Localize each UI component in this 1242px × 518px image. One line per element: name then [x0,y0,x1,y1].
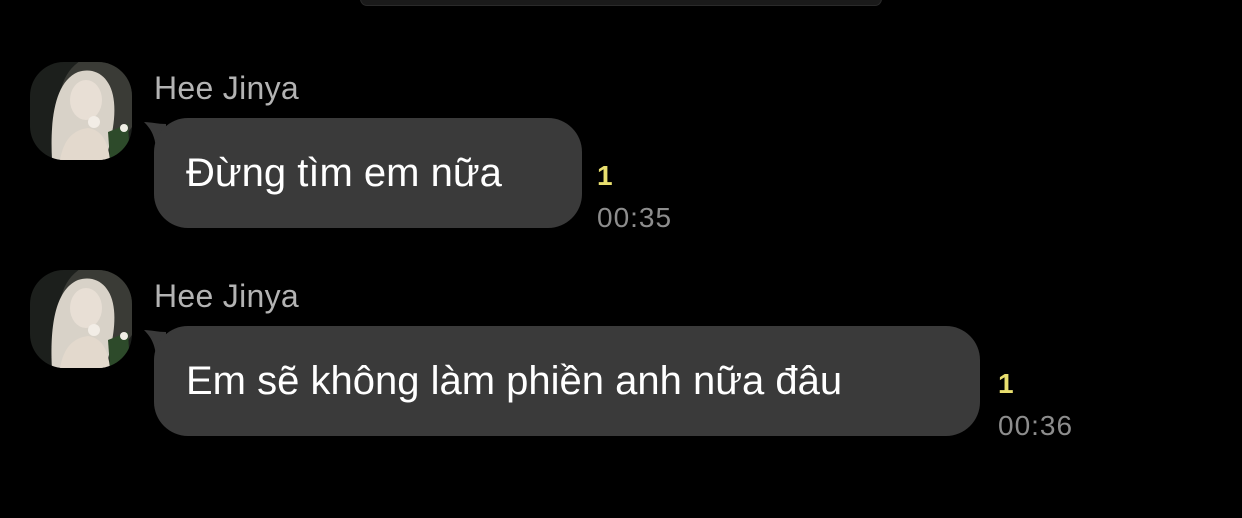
message-time: 00:35 [597,202,673,233]
top-banner-edge [360,0,882,6]
sender-name: Hee Jinya [154,70,299,106]
profile-photo-icon [30,270,132,368]
sender-name: Hee Jinya [154,278,299,314]
message-bubble[interactable]: Em sẽ không làm phiền anh nữa đâu [154,326,980,436]
message-bubble[interactable]: Đừng tìm em nữa [154,118,582,228]
message-time: 00:36 [998,410,1074,441]
chat-message: Hee Jinya Đừng tìm em nữa 1 00:35 [0,62,1242,242]
avatar[interactable] [30,270,132,368]
unread-count: 1 [998,368,1014,399]
avatar[interactable] [30,62,132,160]
profile-photo-icon [30,62,132,160]
chat-message: Hee Jinya Em sẽ không làm phiền anh nữa … [0,270,1242,450]
unread-count: 1 [597,160,613,191]
